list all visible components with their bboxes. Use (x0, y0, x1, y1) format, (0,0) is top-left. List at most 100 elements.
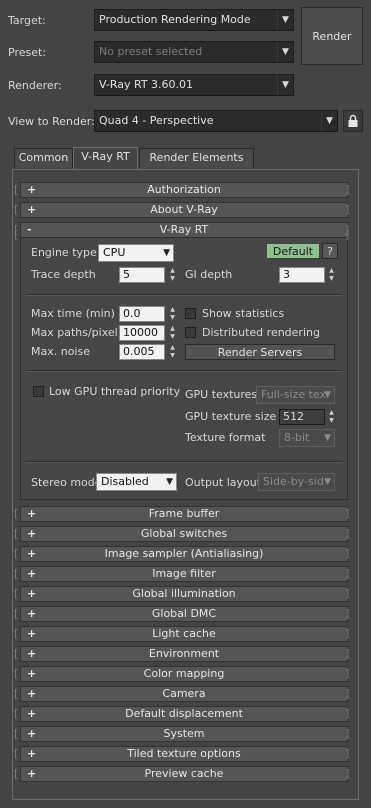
texture-format-value: 8-bit (284, 431, 310, 444)
rollout-preview-cache[interactable]: + Preview cache (20, 766, 348, 782)
texture-format-label: Texture format (185, 431, 266, 444)
default-button[interactable]: Default (266, 243, 320, 259)
max-time-spinner[interactable]: ▲ ▼ (168, 306, 177, 322)
renderer-label: Renderer: (8, 79, 62, 92)
chevron-down-icon: ▼ (324, 474, 331, 490)
output-layout-value: Side-by-side (263, 475, 331, 488)
target-dropdown[interactable]: Production Rendering Mode ▼ (94, 9, 294, 31)
rollout-bracket: ] (345, 567, 350, 580)
divider (26, 294, 342, 296)
stereo-mode-value: Disabled (101, 475, 149, 488)
divider (26, 370, 342, 372)
max-paths-label: Max paths/pixel (31, 326, 118, 339)
max-noise-label: Max. noise (31, 345, 90, 358)
distributed-rendering-checkbox[interactable] (185, 327, 196, 338)
rollout-bracket: ] (345, 767, 350, 780)
rollout-title: Image sampler (Antialiasing) (104, 547, 264, 560)
rollout-bracket: ] (345, 667, 350, 680)
rollout-bracket: [ (14, 647, 19, 660)
max-time-field[interactable]: 0.0 (119, 306, 165, 322)
rollout-authorization[interactable]: + Authorization (20, 182, 348, 198)
rollout-bracket: [ (14, 667, 19, 680)
view-to-render-value: Quad 4 - Perspective (99, 114, 214, 127)
view-to-render-label: View to Render: (8, 115, 95, 128)
max-noise-field[interactable]: 0.005 (119, 344, 165, 360)
render-servers-button[interactable]: Render Servers (185, 344, 335, 360)
preset-value: No preset selected (99, 45, 203, 58)
low-gpu-priority-checkbox[interactable] (33, 386, 44, 397)
chevron-down-icon: ▼ (163, 248, 170, 258)
rollout-default-displacement[interactable]: + Default displacement (20, 706, 348, 722)
gpu-textures-dropdown[interactable]: Full-size tex ▼ (256, 386, 335, 404)
tab-vray-rt[interactable]: V-Ray RT (73, 147, 138, 169)
gpu-texture-size-spinner[interactable]: ▲ ▼ (327, 409, 336, 425)
rollout-about-v-ray[interactable]: + About V-Ray (20, 202, 348, 218)
rollout-global-switches[interactable]: + Global switches (20, 526, 348, 542)
gi-depth-field[interactable]: 3 (279, 267, 325, 283)
max-noise-spinner[interactable]: ▲ ▼ (168, 344, 177, 360)
show-statistics-checkbox[interactable] (185, 308, 196, 319)
renderer-dropdown[interactable]: V-Ray RT 3.60.01 ▼ (94, 74, 294, 96)
trace-depth-label: Trace depth (31, 268, 96, 281)
rollout-title: System (163, 727, 205, 740)
rollout-environment[interactable]: + Environment (20, 646, 348, 662)
trace-depth-field[interactable]: 5 (119, 267, 165, 283)
rollout-bracket: [ (14, 587, 19, 600)
gpu-texture-size-field[interactable]: 512 (279, 409, 325, 425)
tab-common[interactable]: Common (14, 148, 73, 168)
rollout-image-filter[interactable]: + Image filter (20, 566, 348, 582)
rollout-bracket: ] (345, 183, 350, 196)
gi-depth-spinner[interactable]: ▲ ▼ (327, 267, 336, 283)
rollout-bracket: [ (14, 507, 19, 520)
preset-label: Preset: (8, 46, 47, 59)
rollout-light-cache[interactable]: + Light cache (20, 626, 348, 642)
rollout-bracket: ] (345, 507, 350, 520)
view-to-render-dropdown[interactable]: Quad 4 - Perspective ▼ (94, 110, 338, 132)
gi-depth-label: GI depth (185, 268, 233, 281)
lock-icon (348, 114, 358, 127)
rollout-bracket: [ (14, 727, 19, 740)
rollout-title: V-Ray RT (159, 223, 209, 236)
trace-depth-spinner[interactable]: ▲ ▼ (168, 267, 177, 283)
preset-dropdown[interactable]: No preset selected ▼ (94, 41, 294, 63)
rollout-bracket: [ (14, 547, 19, 560)
rollout-bracket: [ (14, 767, 19, 780)
rollout-title: Environment (148, 647, 220, 660)
rollout-bracket: ] (345, 547, 350, 560)
rollout-title: Global switches (140, 527, 228, 540)
target-value: Production Rendering Mode (99, 13, 251, 26)
rollout-bracket: [ (14, 747, 19, 760)
rollout-global-dmc[interactable]: + Global DMC (20, 606, 348, 622)
rollout-title: Tiled texture options (127, 747, 241, 760)
stereo-mode-label: Stereo mode (31, 476, 102, 489)
rollout-title: Preview cache (144, 767, 224, 780)
help-button[interactable]: ? (322, 243, 338, 259)
rollout-camera[interactable]: + Camera (20, 686, 348, 702)
engine-type-dropdown[interactable]: CPU ▼ (98, 244, 174, 262)
stereo-mode-dropdown[interactable]: Disabled ▼ (96, 473, 177, 491)
rollout-title: Camera (162, 687, 206, 700)
rollout-system[interactable]: + System (20, 726, 348, 742)
rollout-v-ray-rt[interactable]: - V-Ray RT (20, 222, 348, 238)
max-paths-field[interactable]: 10000 (119, 325, 165, 341)
target-label: Target: (8, 14, 46, 27)
rollout-global-illumination[interactable]: + Global illumination (20, 586, 348, 602)
tab-render-elements[interactable]: Render Elements (139, 148, 254, 168)
rollout-bracket: ] (345, 747, 350, 760)
texture-format-dropdown[interactable]: 8-bit ▼ (279, 429, 335, 447)
low-gpu-priority-label: Low GPU thread priority (49, 385, 181, 398)
chevron-down-icon: ▼ (277, 75, 293, 95)
lock-button[interactable] (343, 110, 363, 132)
render-button[interactable]: Render (301, 7, 363, 65)
output-layout-dropdown[interactable]: Side-by-side ▼ (258, 473, 335, 491)
rollout-bracket: [ (14, 527, 19, 540)
rollout-bracket: [ (14, 203, 19, 216)
rollout-image-sampler-antialiasing[interactable]: + Image sampler (Antialiasing) (20, 546, 348, 562)
rollout-frame-buffer[interactable]: + Frame buffer (20, 506, 348, 522)
rollout-title: Default displacement (125, 707, 243, 720)
rollout-tiled-texture-options[interactable]: + Tiled texture options (20, 746, 348, 762)
rollout-bracket: ] (345, 627, 350, 640)
rollout-color-mapping[interactable]: + Color mapping (20, 666, 348, 682)
max-paths-spinner[interactable]: ▲ ▼ (168, 325, 177, 341)
rollout-bracket: [ (14, 687, 19, 700)
